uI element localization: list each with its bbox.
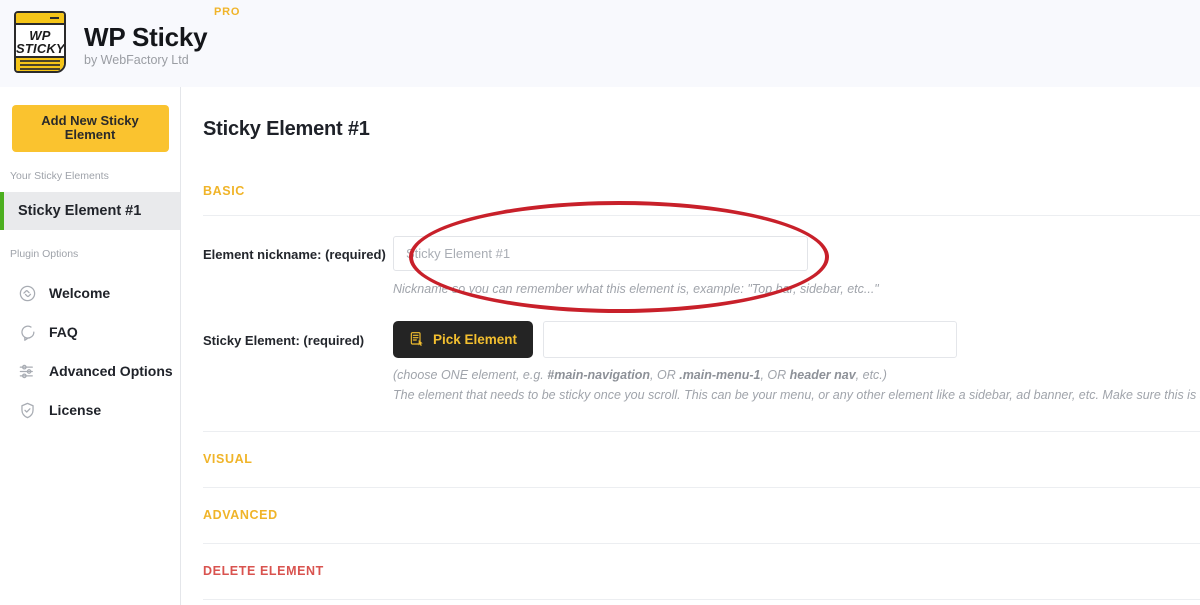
sidebar-item-advanced-options[interactable]: Advanced Options <box>0 352 180 391</box>
divider <box>203 598 1200 600</box>
element-nickname-label: Element nickname: (required) <box>203 247 386 262</box>
element-nickname-hint: Nickname so you can remember what this e… <box>393 282 879 296</box>
sticky-element-label: Sticky Element: (required) <box>203 332 365 348</box>
logo-text-line1: WP <box>29 27 51 43</box>
pick-element-button[interactable]: Pick Element <box>393 320 534 358</box>
handshake-icon <box>17 283 38 304</box>
divider <box>203 215 1200 216</box>
sliders-icon <box>17 361 38 382</box>
section-heading-delete-element[interactable]: DELETE ELEMENT <box>203 544 1200 599</box>
page-title: Sticky Element #1 <box>203 118 370 140</box>
sticky-element-hint-line-1: (choose ONE element, e.g. #main-navigati… <box>393 367 1200 384</box>
wp-sticky-admin-page: WP STICKY PRO WP Sticky by WebFactory Lt… <box>0 0 1200 605</box>
sidebar-section-plugin-options: Plugin Options <box>10 247 79 260</box>
section-heading-visual[interactable]: VISUAL <box>203 432 1200 487</box>
sidebar-item-label: Advanced Options <box>49 363 173 380</box>
page-header: WP STICKY PRO WP Sticky by WebFactory Lt… <box>0 0 1200 87</box>
brand-words: PRO WP Sticky by WebFactory Ltd <box>84 6 239 68</box>
sidebar-item-faq[interactable]: FAQ <box>0 313 180 352</box>
hint-text: , OR <box>650 367 680 382</box>
section-heading-basic: BASIC <box>203 184 245 198</box>
hint-text: , etc.) <box>855 367 887 382</box>
speech-bubble-icon <box>17 322 38 343</box>
sidebar-item-welcome[interactable]: Welcome <box>0 274 180 313</box>
sticky-element-selector-input[interactable] <box>543 320 958 358</box>
sidebar-item-label: FAQ <box>49 324 78 341</box>
wp-sticky-logo-icon: WP STICKY <box>10 9 70 79</box>
hint-code-3: header nav <box>789 367 856 382</box>
main-content: Sticky Element #1 BASIC Element nickname… <box>181 87 1200 605</box>
section-heading-advanced[interactable]: ADVANCED <box>203 488 1200 543</box>
sidebar-item-label: License <box>49 402 102 419</box>
sidebar-item-sticky-element-1[interactable]: Sticky Element #1 <box>0 191 180 230</box>
logo-text-line2: STICKY <box>16 41 65 57</box>
sidebar-section-your-sticky-elements: Your Sticky Elements <box>10 169 109 182</box>
element-nickname-input[interactable] <box>393 236 808 271</box>
element-nickname-row: Element nickname: (required) Nickname so… <box>203 236 1200 298</box>
hint-code-1: #main-navigation <box>547 367 651 382</box>
hint-code-2: .main-menu-1 <box>679 367 761 382</box>
add-new-sticky-element-button[interactable]: Add New Sticky Element <box>11 105 169 152</box>
hint-text: , OR <box>760 367 790 382</box>
sticky-element-hint-line-2: The element that needs to be sticky once… <box>393 387 1200 402</box>
sticky-element-row: Sticky Element: (required) Pick Element … <box>203 320 1200 404</box>
brand-subtitle: by WebFactory Ltd <box>84 53 189 68</box>
pro-badge: PRO <box>214 5 241 18</box>
pick-element-button-label: Pick Element <box>433 331 518 347</box>
hint-text: (choose ONE element, e.g. <box>393 367 548 382</box>
sidebar-item-label: Welcome <box>49 285 111 302</box>
section-heading-delete-element-label: DELETE ELEMENT <box>203 564 324 579</box>
section-heading-advanced-label: ADVANCED <box>203 508 278 523</box>
sidebar-item-license[interactable]: License <box>0 391 180 430</box>
brand-title: WP Sticky <box>84 21 208 52</box>
element-picker-icon <box>409 331 425 347</box>
shield-check-icon <box>17 400 38 421</box>
sidebar-item-label: Sticky Element #1 <box>18 202 142 219</box>
sidebar-menu: Welcome FAQ Advanced Options License <box>0 274 180 430</box>
section-heading-visual-label: VISUAL <box>203 452 253 467</box>
brand: WP STICKY PRO WP Sticky by WebFactory Lt… <box>0 6 239 79</box>
sidebar: Add New Sticky Element Your Sticky Eleme… <box>0 87 181 605</box>
